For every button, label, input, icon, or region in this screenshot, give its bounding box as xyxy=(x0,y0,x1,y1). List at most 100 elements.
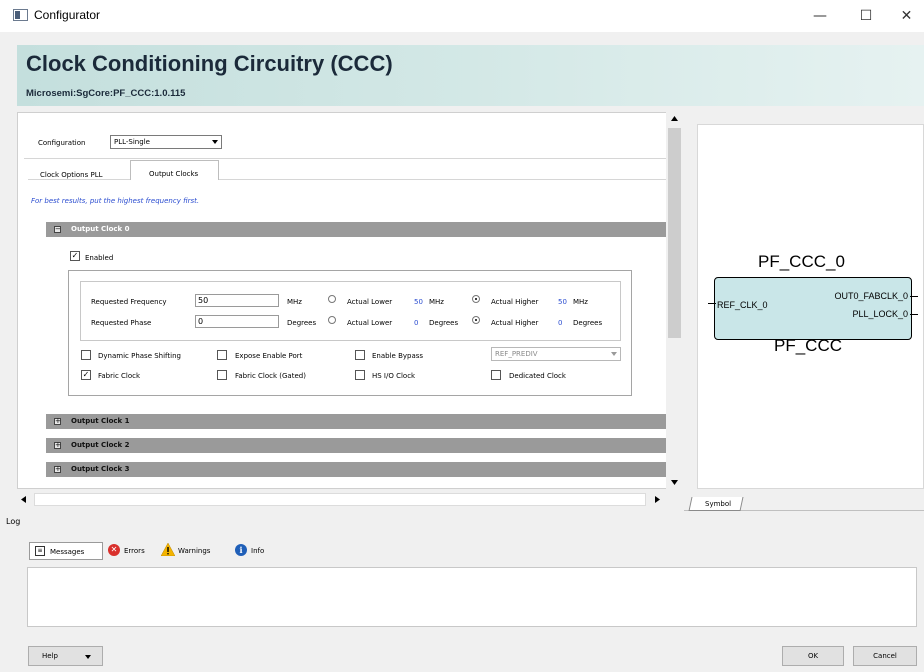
configuration-select[interactable]: PLL-Single xyxy=(110,135,222,149)
chevron-down-icon xyxy=(85,655,91,659)
maximize-button[interactable]: ☐ xyxy=(843,0,889,32)
ref-clk-port-label: REF_CLK_0 xyxy=(717,300,768,310)
dedicated-clock-label: Dedicated Clock xyxy=(509,372,566,380)
frequency-unit: MHz xyxy=(287,298,302,306)
fabric-clock-checkbox[interactable]: ✓ xyxy=(81,370,91,380)
output-clock-1-header[interactable]: + Output Clock 1 xyxy=(46,414,667,429)
output-clock-0-label: Output Clock 0 xyxy=(71,225,130,233)
enable-bypass-checkbox[interactable] xyxy=(355,350,365,360)
requested-frequency-label: Requested Frequency xyxy=(91,298,167,306)
horizontal-scroll-thumb[interactable] xyxy=(34,493,646,506)
actual-lower-phase-unit: Degrees xyxy=(429,319,459,327)
tab-symbol-label: Symbol xyxy=(705,500,732,508)
hs-io-clock-label: HS I/O Clock xyxy=(372,372,416,380)
expand-icon[interactable]: + xyxy=(54,466,61,473)
warning-icon xyxy=(161,543,175,556)
app-icon xyxy=(13,9,28,21)
actual-higher-phase-label: Actual Higher xyxy=(491,319,539,327)
requested-frequency-input[interactable]: 50 xyxy=(195,294,279,307)
actual-higher-phase-value: 0 xyxy=(558,319,563,327)
title-bar: Configurator — ☐ ✕ xyxy=(0,0,924,32)
output-clock-2-header[interactable]: + Output Clock 2 xyxy=(46,438,667,453)
actual-higher-frequency-unit: MHz xyxy=(573,298,588,306)
actual-lower-frequency-radio[interactable] xyxy=(328,295,336,303)
pll-lock-port-label: PLL_LOCK_0 xyxy=(852,309,908,319)
scroll-down-icon[interactable] xyxy=(671,480,678,485)
help-button[interactable]: Help xyxy=(28,646,103,666)
hint-text: For best results, put the highest freque… xyxy=(31,197,200,205)
minimize-button[interactable]: — xyxy=(797,0,843,32)
requested-phase-label: Requested Phase xyxy=(91,319,152,327)
phase-unit: Degrees xyxy=(287,319,317,327)
core-header: Clock Conditioning Circuitry (CCC) Micro… xyxy=(17,45,924,106)
out0-fabclk-port-label: OUT0_FABCLK_0 xyxy=(834,291,908,301)
vertical-scroll-thumb[interactable] xyxy=(668,128,681,338)
tab-clock-options-pll[interactable]: Clock Options PLL xyxy=(40,171,103,179)
tab-output-clocks[interactable]: Output Clocks xyxy=(130,160,219,180)
error-icon: ✕ xyxy=(108,544,120,556)
bypass-source-value: REF_PREDIV xyxy=(495,350,538,358)
scroll-left-icon[interactable] xyxy=(21,496,26,503)
scroll-right-icon[interactable] xyxy=(655,496,660,503)
core-vlnv: Microsemi:SgCore:PF_CCC:1.0.115 xyxy=(26,88,186,99)
fabric-clock-gated-checkbox[interactable] xyxy=(217,370,227,380)
expose-enable-port-label: Expose Enable Port xyxy=(235,352,303,360)
actual-lower-frequency-unit: MHz xyxy=(429,298,444,306)
log-tab-warnings-label[interactable]: Warnings xyxy=(178,547,210,555)
info-icon: i xyxy=(235,544,247,556)
output-clock-3-header[interactable]: + Output Clock 3 xyxy=(46,462,667,477)
output-clock-1-label: Output Clock 1 xyxy=(71,417,130,425)
actual-lower-phase-label: Actual Lower xyxy=(347,319,393,327)
hs-io-clock-checkbox[interactable] xyxy=(355,370,365,380)
expand-icon[interactable]: + xyxy=(54,442,61,449)
actual-lower-frequency-value: 50 xyxy=(414,298,423,306)
chevron-down-icon xyxy=(212,140,218,144)
configuration-row: Configuration PLL-Single xyxy=(24,119,667,159)
log-tab-messages[interactable]: ≡ Messages xyxy=(29,542,103,560)
fabric-clock-label: Fabric Clock xyxy=(98,372,141,380)
requested-phase-input[interactable]: 0 xyxy=(195,315,279,328)
actual-higher-frequency-label: Actual Higher xyxy=(491,298,539,306)
configuration-label: Configuration xyxy=(38,139,86,147)
tab-output-clocks-label: Output Clocks xyxy=(149,170,199,178)
log-tab-errors-label[interactable]: Errors xyxy=(124,547,145,555)
chevron-down-icon xyxy=(611,352,617,356)
dynamic-phase-shifting-label: Dynamic Phase Shifting xyxy=(98,352,181,360)
instance-name: PF_CCC_0 xyxy=(758,252,845,271)
page-title: Clock Conditioning Circuitry (CCC) xyxy=(26,51,393,76)
dedicated-clock-checkbox[interactable] xyxy=(491,370,501,380)
dynamic-phase-shifting-checkbox[interactable] xyxy=(81,350,91,360)
actual-lower-phase-radio[interactable] xyxy=(328,316,336,324)
component-name: PF_CCC xyxy=(774,336,843,355)
tab-strip-border xyxy=(28,179,667,180)
out0-fabclk-pin xyxy=(910,296,918,297)
close-button[interactable]: ✕ xyxy=(889,0,924,32)
configuration-value: PLL-Single xyxy=(114,138,150,146)
bypass-source-select[interactable]: REF_PREDIV xyxy=(491,347,621,361)
actual-higher-phase-unit: Degrees xyxy=(573,319,603,327)
output-clock-0-group: Requested Frequency 50 MHz Actual Lower … xyxy=(68,270,632,396)
expand-icon[interactable]: + xyxy=(54,418,61,425)
expose-enable-port-checkbox[interactable] xyxy=(217,350,227,360)
log-tab-info-label[interactable]: Info xyxy=(251,547,264,555)
log-tab-messages-label: Messages xyxy=(50,548,85,556)
actual-higher-frequency-radio[interactable] xyxy=(472,295,480,303)
scroll-up-icon[interactable] xyxy=(671,116,678,121)
pll-lock-pin xyxy=(910,314,918,315)
output-clock-0-header[interactable]: − Output Clock 0 xyxy=(46,222,667,237)
messages-icon: ≡ xyxy=(35,546,45,556)
ref-clk-pin xyxy=(708,303,716,304)
enabled-label: Enabled xyxy=(85,254,114,262)
actual-higher-frequency-value: 50 xyxy=(558,298,567,306)
output-clock-2-label: Output Clock 2 xyxy=(71,441,130,449)
log-output[interactable] xyxy=(27,567,917,627)
enable-bypass-label: Enable Bypass xyxy=(372,352,424,360)
ok-button[interactable]: OK xyxy=(782,646,844,666)
ok-button-label: OK xyxy=(807,652,819,660)
enabled-checkbox[interactable]: ✓ xyxy=(70,251,80,261)
actual-higher-phase-radio[interactable] xyxy=(472,316,480,324)
cancel-button[interactable]: Cancel xyxy=(853,646,917,666)
collapse-icon[interactable]: − xyxy=(54,226,61,233)
vertical-scrollbar[interactable] xyxy=(666,112,683,489)
horizontal-scrollbar[interactable] xyxy=(17,491,666,508)
